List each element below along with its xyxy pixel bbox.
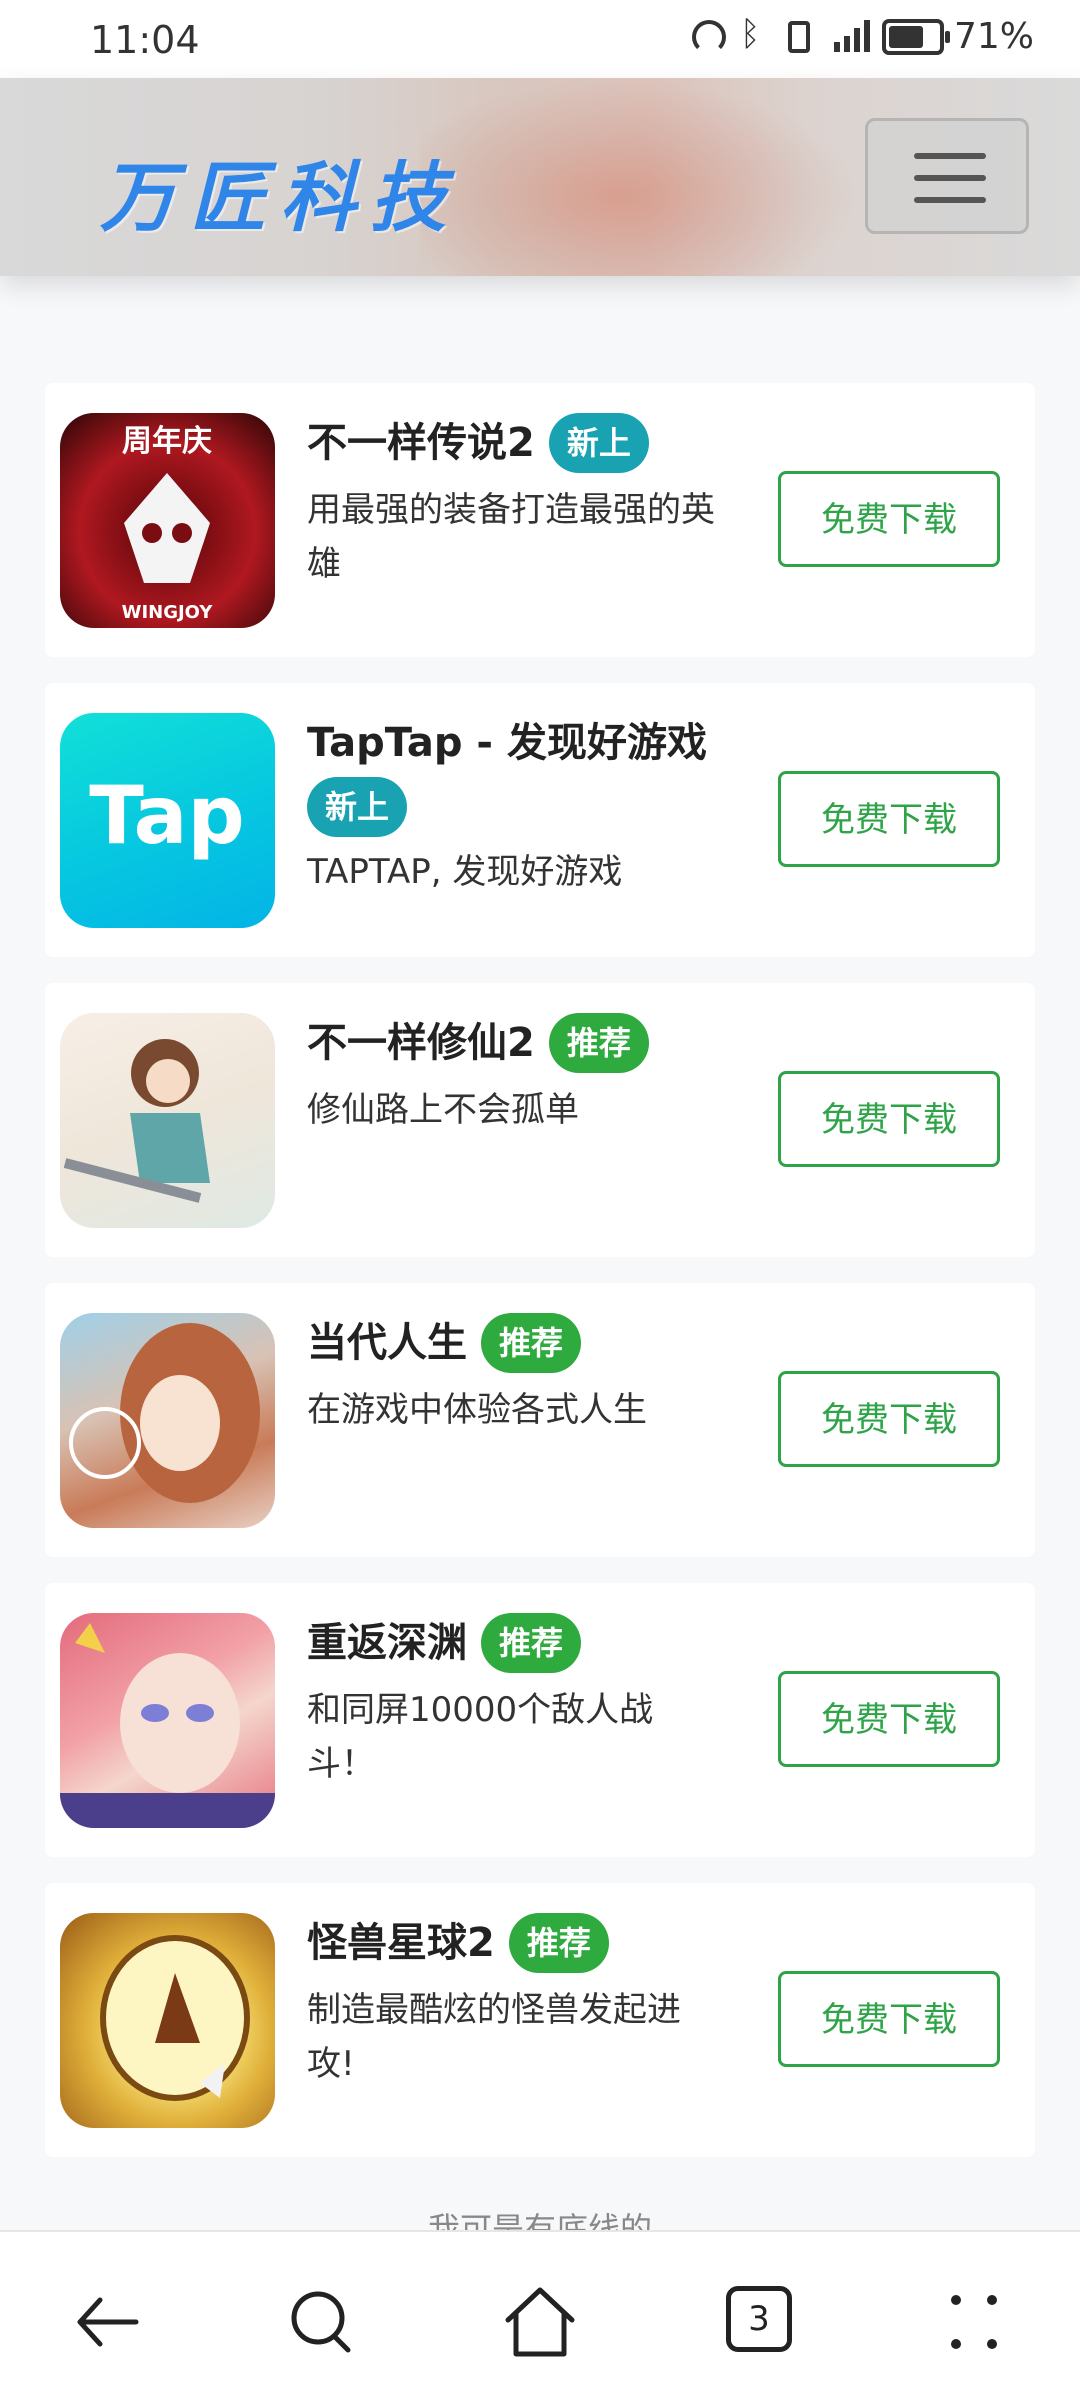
back-arrow-icon[interactable]: [70, 2282, 150, 2362]
status-badge: 推荐: [481, 1313, 582, 1373]
status-badge: 推荐: [548, 1013, 649, 1073]
svg-text:Tap: Tap: [89, 769, 245, 862]
speed-icon: [691, 19, 726, 54]
status-icons: 71%: [691, 14, 1034, 57]
site-header: 万匠科技: [0, 78, 1080, 276]
app-icon[interactable]: [60, 1913, 275, 2128]
app-name-row: 当代人生 推荐: [307, 1313, 757, 1373]
status-badge: 推荐: [508, 1913, 609, 1973]
free-download-button[interactable]: 免费下载: [778, 471, 1000, 567]
bluetooth-icon: [736, 14, 770, 54]
site-logo[interactable]: 万匠科技: [100, 136, 460, 246]
app-card[interactable]: 怪兽星球2 推荐 制造最酷炫的怪兽发起进攻! 免费下载: [45, 1883, 1035, 2157]
battery-icon: [881, 18, 950, 55]
status-badge: 新上: [307, 777, 408, 837]
app-card[interactable]: 周年庆 WINGJOY 不一样传说2 新上 用最强的装备打造最强的英雄 免费下载: [45, 383, 1035, 657]
app-card[interactable]: 当代人生 推荐 在游戏中体验各式人生 免费下载: [45, 1283, 1035, 1557]
app-name[interactable]: 不一样传说2: [307, 413, 535, 473]
app-name[interactable]: 不一样修仙2: [307, 1013, 535, 1073]
signal-icon: [828, 19, 872, 54]
hamburger-icon-bar: [914, 197, 986, 203]
free-download-button[interactable]: 免费下载: [778, 771, 1000, 867]
tab-count: 3: [726, 2286, 792, 2352]
app-name[interactable]: TapTap - 发现好游戏: [307, 713, 707, 773]
battery-percent: 71%: [953, 16, 1034, 57]
header-banner-art: [420, 78, 860, 276]
app-card[interactable]: 重返深渊 推荐 和同屏10000个敌人战斗！ 免费下载: [45, 1583, 1035, 1857]
tabs-icon[interactable]: 3: [722, 2282, 802, 2362]
menu-button[interactable]: [865, 118, 1029, 234]
vibrate-icon: [787, 20, 810, 53]
svg-text:WINGJOY: WINGJOY: [122, 602, 214, 623]
free-download-button[interactable]: 免费下载: [778, 1071, 1000, 1167]
app-icon[interactable]: 周年庆 WINGJOY: [60, 413, 275, 628]
status-badge: 新上: [548, 413, 649, 473]
free-download-button[interactable]: 免费下载: [778, 1971, 1000, 2067]
app-description: TAPTAP, 发现好游戏: [307, 852, 623, 892]
status-time: 11:04: [90, 18, 200, 62]
free-download-button[interactable]: 免费下载: [778, 1371, 1000, 1467]
app-name-row: 不一样修仙2 推荐: [307, 1013, 757, 1073]
app-name-row: 怪兽星球2 推荐: [307, 1913, 757, 1973]
app-name[interactable]: 当代人生: [307, 1313, 467, 1373]
app-name-row: TapTap - 发现好游戏 新上: [307, 713, 727, 837]
app-icon[interactable]: [60, 1013, 275, 1228]
app-card[interactable]: 不一样修仙2 推荐 修仙路上不会孤单 免费下载: [45, 983, 1035, 1257]
app-description: 制造最酷炫的怪兽发起进攻!: [307, 1990, 681, 2084]
app-description: 和同屏10000个敌人战斗！: [307, 1690, 654, 1784]
app-name-row: 重返深渊 推荐: [307, 1613, 757, 1673]
svg-text:周年庆: 周年庆: [122, 424, 212, 459]
search-icon[interactable]: [282, 2282, 362, 2362]
free-download-button[interactable]: 免费下载: [778, 1671, 1000, 1767]
app-icon[interactable]: [60, 1313, 275, 1528]
app-icon[interactable]: Tap: [60, 713, 275, 928]
app-description: 修仙路上不会孤单: [307, 1090, 579, 1130]
status-badge: 推荐: [481, 1613, 582, 1673]
app-name-row: 不一样传说2 新上: [307, 413, 757, 473]
hamburger-icon-bar: [914, 175, 986, 181]
hamburger-icon: [914, 153, 986, 159]
more-icon[interactable]: [936, 2282, 1016, 2362]
app-description: 在游戏中体验各式人生: [307, 1390, 647, 1430]
home-icon[interactable]: [500, 2282, 580, 2362]
app-icon[interactable]: [60, 1613, 275, 1828]
app-description: 用最强的装备打造最强的英雄: [307, 490, 715, 584]
app-name[interactable]: 怪兽星球2: [307, 1913, 495, 1973]
bottom-nav: 3: [0, 2230, 1080, 2402]
app-name[interactable]: 重返深渊: [307, 1613, 467, 1673]
status-bar: 11:04 71%: [0, 0, 1080, 78]
app-card[interactable]: Tap TapTap - 发现好游戏 新上 TAPTAP, 发现好游戏 免费下载: [45, 683, 1035, 957]
